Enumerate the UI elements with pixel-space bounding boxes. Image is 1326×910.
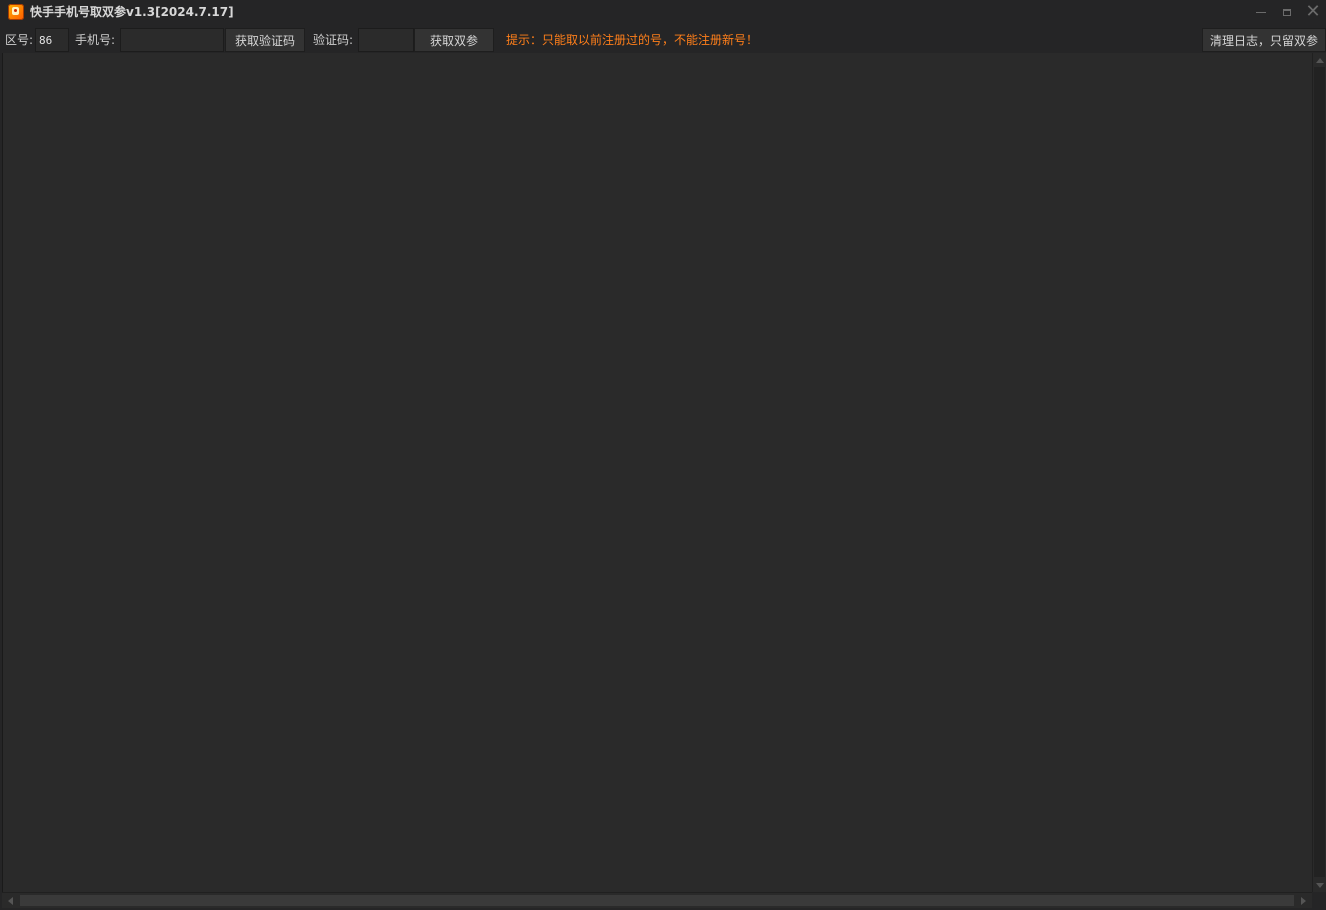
window-title: 快手手机号取双参v1.3[2024.7.17] — [30, 5, 234, 19]
toolbar: 区号: 手机号: 获取验证码 验证码: 获取双参 提示：只能取以前注册过的号，不… — [0, 28, 1326, 52]
close-icon: ✕ — [1305, 1, 1321, 22]
phone-input[interactable] — [120, 28, 224, 52]
scroll-left-icon[interactable] — [8, 897, 13, 905]
log-textarea[interactable] — [2, 53, 1312, 892]
size-grip[interactable] — [1312, 892, 1326, 908]
scroll-right-icon[interactable] — [1301, 897, 1306, 905]
minimize-button[interactable] — [1250, 3, 1272, 21]
maximize-button[interactable] — [1276, 3, 1298, 21]
horizontal-scroll-thumb[interactable] — [20, 895, 1294, 906]
close-button[interactable]: ✕ — [1302, 3, 1324, 21]
clear-log-button[interactable]: 清理日志，只留双参 — [1202, 28, 1326, 52]
vertical-scroll-track[interactable] — [1314, 67, 1325, 877]
area-code-input[interactable] — [35, 28, 69, 52]
scroll-up-icon[interactable] — [1316, 58, 1324, 63]
phone-label: 手机号: — [75, 33, 116, 47]
horizontal-scrollbar[interactable] — [2, 892, 1312, 908]
code-input[interactable] — [358, 28, 414, 52]
get-params-button[interactable]: 获取双参 — [414, 28, 494, 52]
get-code-button[interactable]: 获取验证码 — [225, 28, 305, 52]
title-bar[interactable]: 快手手机号取双参v1.3[2024.7.17] ✕ — [0, 0, 1326, 26]
tip-text: 提示：只能取以前注册过的号，不能注册新号！ — [506, 33, 759, 47]
minimize-icon — [1256, 11, 1266, 13]
app-icon — [8, 4, 24, 20]
scroll-down-icon[interactable] — [1316, 883, 1324, 888]
vertical-scrollbar[interactable] — [1312, 53, 1326, 892]
area-code-label: 区号: — [5, 33, 34, 47]
maximize-icon — [1283, 8, 1291, 16]
app-window: 快手手机号取双参v1.3[2024.7.17] ✕ 区号: 手机号: 获取验证码… — [0, 0, 1326, 910]
code-label: 验证码: — [313, 33, 354, 47]
